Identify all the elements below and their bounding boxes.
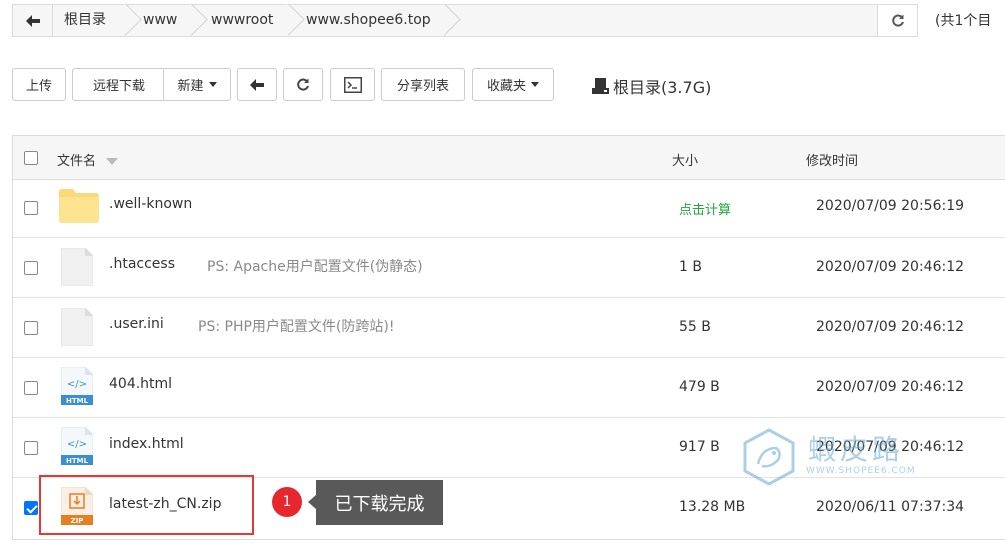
table-row[interactable]: .user.ini PS: PHP用户配置文件(防跨站)! 55 B 2020/… xyxy=(13,298,1005,358)
share-list-button[interactable]: 分享列表 xyxy=(381,68,465,101)
file-size: 917 B xyxy=(679,439,720,455)
file-name[interactable]: 404.html xyxy=(109,376,172,392)
modified-time: 2020/07/09 20:46:12 xyxy=(816,319,965,335)
upload-button[interactable]: 上传 xyxy=(12,68,66,101)
select-all-checkbox[interactable] xyxy=(24,151,38,165)
column-header-modified[interactable]: 修改时间 xyxy=(806,150,858,169)
disk-indicator[interactable]: 根目录(3.7G) xyxy=(592,74,711,98)
row-checkbox[interactable] xyxy=(24,441,38,455)
row-checkbox[interactable] xyxy=(24,321,38,335)
breadcrumb: 根目录 www wwwroot www.shopee6.top xyxy=(53,5,448,36)
file-name[interactable]: .well-known xyxy=(109,196,192,212)
file-size: 55 B xyxy=(679,319,711,335)
file-name[interactable]: .htaccess xyxy=(109,256,175,272)
highlight-box xyxy=(39,475,254,535)
terminal-icon xyxy=(343,76,362,93)
modified-time: 2020/07/09 20:46:12 xyxy=(816,379,965,395)
download-complete-callout: 已下载完成 xyxy=(308,480,443,525)
svg-text:</>: </> xyxy=(67,379,87,390)
hard-drive-icon xyxy=(592,78,609,94)
html-file-icon: </> HTML xyxy=(61,427,93,465)
table-row[interactable]: .well-known 点击计算 2020/07/09 20:56:19 xyxy=(13,180,1005,238)
column-header-name[interactable]: 文件名 xyxy=(57,150,119,169)
breadcrumb-item[interactable]: wwwroot xyxy=(195,5,292,36)
watermark: 蝦皮路 WWW.SHOPEE6.COM xyxy=(740,428,940,488)
file-name[interactable]: index.html xyxy=(109,436,184,452)
svg-text:HTML: HTML xyxy=(66,457,89,465)
sort-caret-icon xyxy=(106,158,119,165)
step-badge: 1 xyxy=(272,487,302,517)
folder-icon xyxy=(59,189,99,223)
caret-down-icon xyxy=(531,82,539,87)
table-row[interactable]: </> HTML 404.html 479 B 2020/07/09 20:46… xyxy=(13,358,1005,418)
back-button[interactable] xyxy=(237,68,277,101)
remote-download-button[interactable]: 远程下载 xyxy=(72,68,166,101)
arrow-left-icon xyxy=(250,78,264,91)
arrow-left-icon xyxy=(25,14,40,27)
caret-down-icon xyxy=(208,82,217,87)
svg-text:</>: </> xyxy=(67,439,87,450)
modified-time: 2020/06/11 07:37:34 xyxy=(816,499,965,515)
breadcrumb-bar: 根目录 www wwwroot www.shopee6.top xyxy=(12,4,918,37)
html-file-icon: </> HTML xyxy=(61,367,93,405)
breadcrumb-item[interactable]: www.shopee6.top xyxy=(292,5,448,36)
file-icon xyxy=(61,308,93,346)
table-header: 文件名 大小 修改时间 xyxy=(13,136,1005,180)
refresh-icon xyxy=(297,78,309,90)
refresh-path-button[interactable] xyxy=(877,5,917,36)
modified-time: 2020/07/09 20:56:19 xyxy=(816,198,965,214)
column-header-size[interactable]: 大小 xyxy=(672,150,698,169)
file-note: PS: PHP用户配置文件(防跨站)! xyxy=(198,319,395,335)
file-count: (共1个目 xyxy=(935,13,992,29)
table-row[interactable]: .htaccess PS: Apache用户配置文件(伪静态) 1 B 2020… xyxy=(13,238,1005,298)
file-icon xyxy=(61,248,93,286)
row-checkbox[interactable] xyxy=(24,261,38,275)
file-size: 1 B xyxy=(679,259,702,275)
row-checkbox[interactable] xyxy=(24,201,38,215)
file-size: 13.28 MB xyxy=(679,499,746,515)
terminal-button[interactable] xyxy=(330,68,375,101)
new-dropdown-button[interactable]: 新建 xyxy=(163,68,231,101)
row-checkbox[interactable] xyxy=(24,381,38,395)
modified-time: 2020/07/09 20:46:12 xyxy=(816,259,965,275)
shrimp-logo-icon xyxy=(743,428,795,486)
refresh-button[interactable] xyxy=(283,68,323,101)
calc-size-link[interactable]: 点击计算 xyxy=(679,199,731,218)
favorites-dropdown-button[interactable]: 收藏夹 xyxy=(472,68,554,101)
file-size: 479 B xyxy=(679,379,720,395)
svg-text:HTML: HTML xyxy=(66,397,89,405)
file-name[interactable]: .user.ini xyxy=(109,316,164,332)
refresh-icon xyxy=(891,14,904,26)
breadcrumb-item[interactable]: 根目录 xyxy=(53,5,129,36)
file-note: PS: Apache用户配置文件(伪静态) xyxy=(207,259,423,275)
back-button[interactable] xyxy=(13,5,53,36)
row-checkbox[interactable] xyxy=(24,501,38,515)
